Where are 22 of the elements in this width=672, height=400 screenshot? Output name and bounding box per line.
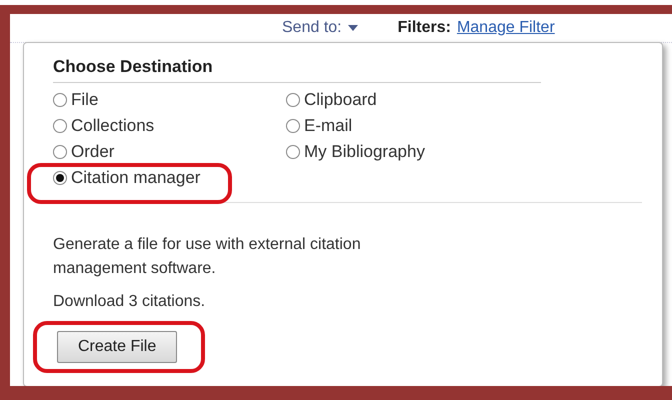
option-label[interactable]: Order [71,142,114,162]
caret-icon [348,25,358,31]
option-label[interactable]: E-mail [304,116,352,136]
manage-filters-link[interactable]: Manage Filter [456,19,555,37]
download-count-text: Download 3 citations. [53,293,206,311]
radio-button[interactable] [286,93,300,107]
radio-button[interactable] [286,145,300,159]
option-label[interactable]: Citation manager [71,168,200,188]
create-file-button[interactable]: Create File [57,331,178,363]
description-text: Generate a file for use with external citation management software. [53,235,362,279]
radio-button[interactable] [286,119,300,133]
option-label[interactable]: File [71,90,98,110]
option-label[interactable]: Collections [71,116,154,136]
radio-button[interactable] [53,119,67,133]
option-label[interactable]: My Bibliography [304,142,425,162]
radio-button[interactable] [53,171,67,185]
popup-title: Choose Destination [53,57,541,83]
radio-button[interactable] [53,145,67,159]
radio-button[interactable] [53,93,67,107]
option-label[interactable]: Clipboard [304,90,377,110]
filters-label: Filters: [398,19,451,37]
send-to-menu[interactable]: Send to: [282,19,358,37]
